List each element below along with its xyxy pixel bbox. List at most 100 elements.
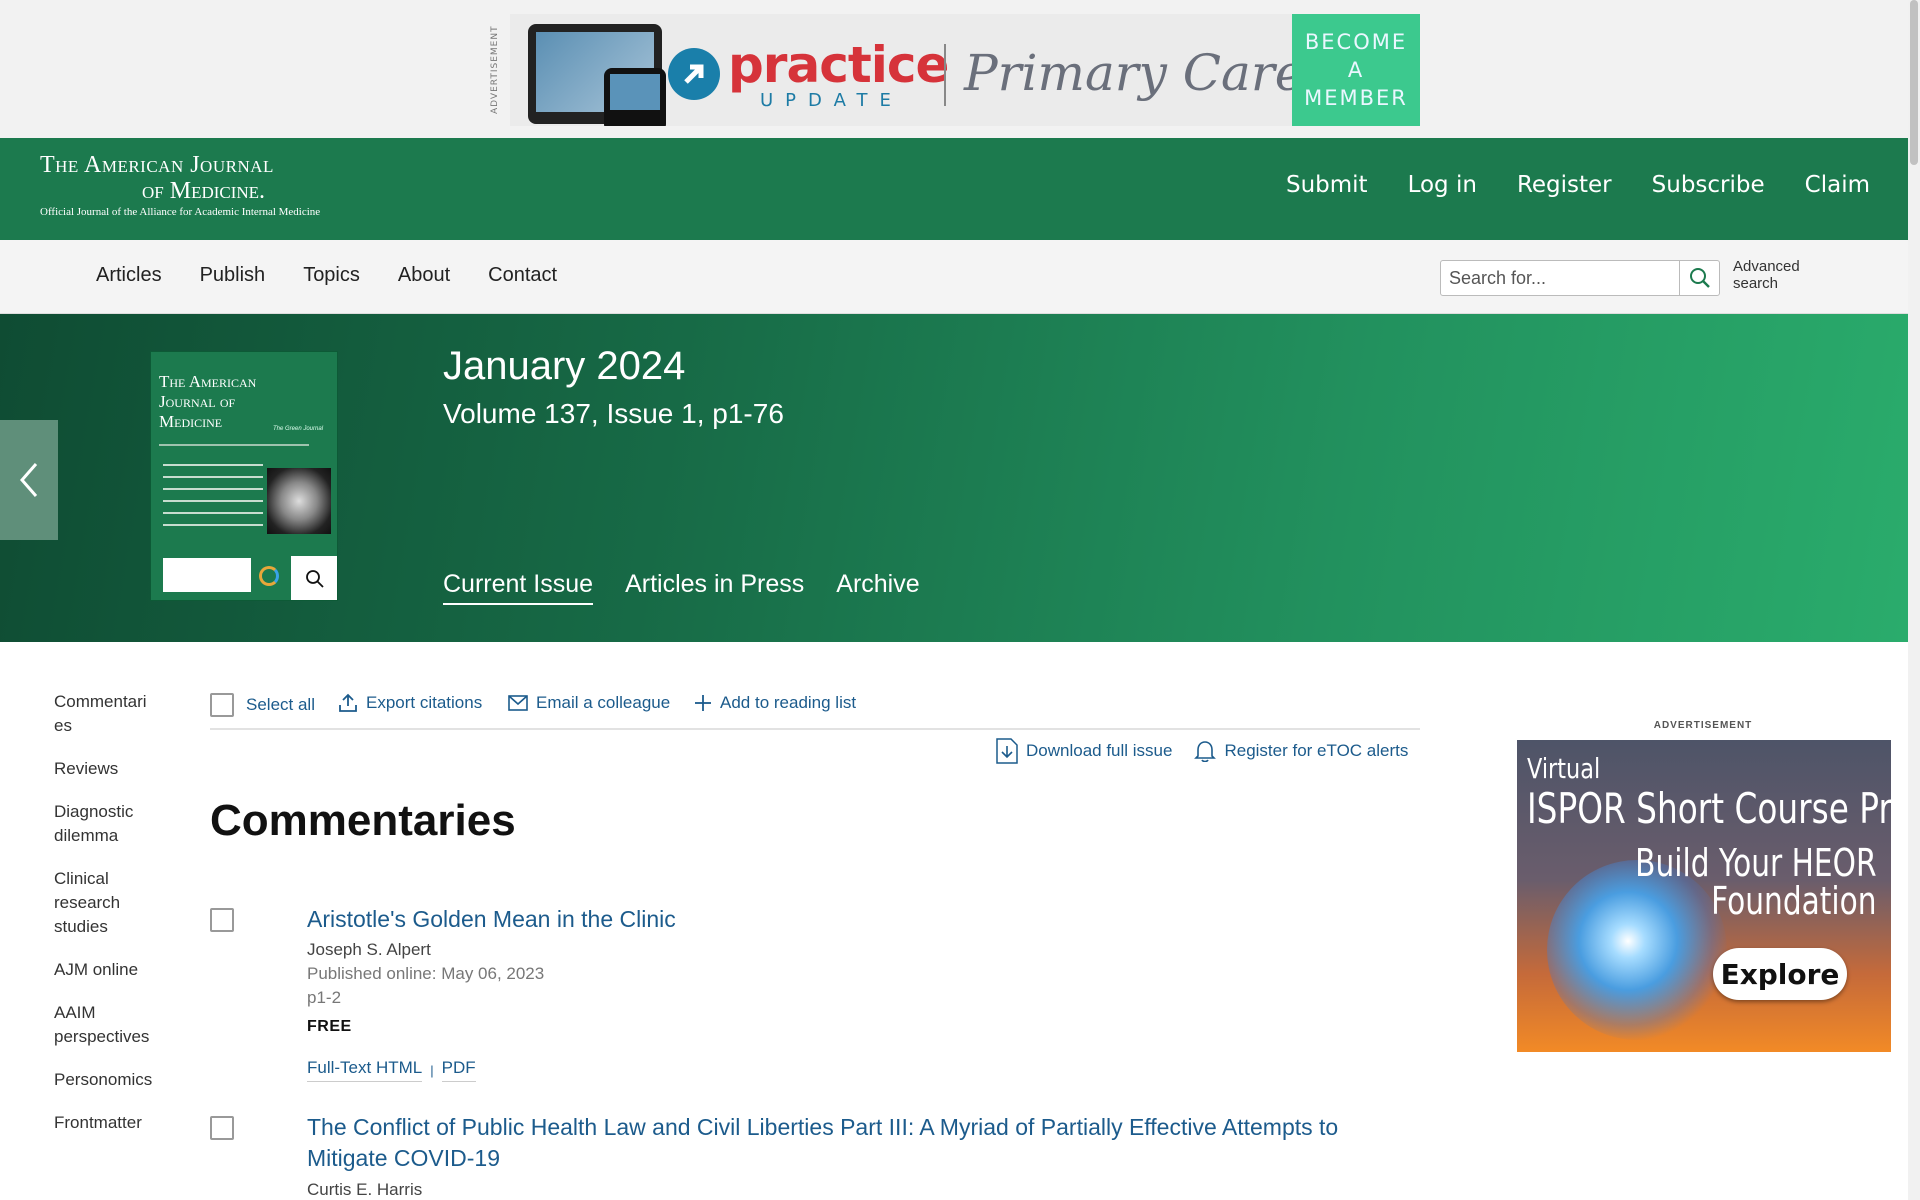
download-icon bbox=[996, 738, 1018, 764]
article-author: Joseph S. Alpert bbox=[307, 940, 431, 959]
ad-line-foundation: Foundation bbox=[1711, 879, 1877, 923]
article-title-link[interactable]: Aristotle's Golden Mean in the Clinic bbox=[307, 904, 1417, 935]
full-text-html-link[interactable]: Full-Text HTML bbox=[307, 1058, 423, 1082]
download-full-issue-label: Download full issue bbox=[1026, 741, 1173, 760]
section-link-diagnostic-dilemma[interactable]: Diagnostic dilemma bbox=[54, 800, 164, 848]
aaim-logo-icon bbox=[259, 566, 279, 586]
article-title-link[interactable]: The Conflict of Public Health Law and Ci… bbox=[307, 1112, 1417, 1174]
section-title: Commentaries bbox=[210, 796, 516, 845]
issue-tabs: Current Issue Articles in Press Archive bbox=[443, 570, 920, 605]
issue-volume: Volume 137, Issue 1, p1-76 bbox=[443, 398, 784, 429]
explore-button[interactable]: Explore bbox=[1713, 948, 1847, 1000]
nav-topics[interactable]: Topics bbox=[303, 264, 360, 287]
section-link-commentaries[interactable]: Commentaries bbox=[54, 690, 154, 738]
section-link-personomics[interactable]: Personomics bbox=[54, 1068, 164, 1092]
add-reading-list-label: Add to reading list bbox=[720, 693, 857, 712]
tab-current-issue[interactable]: Current Issue bbox=[443, 570, 594, 605]
section-link-ajm-online[interactable]: AJM online bbox=[54, 958, 164, 982]
pdf-link[interactable]: PDF bbox=[441, 1058, 476, 1082]
section-nav: Commentaries Reviews Diagnostic dilemma … bbox=[54, 690, 164, 1154]
previous-issue-button[interactable] bbox=[0, 420, 58, 540]
advanced-search-link[interactable]: Advanced search bbox=[1733, 258, 1823, 292]
article-item: The Conflict of Public Health Law and Ci… bbox=[210, 1112, 1420, 1200]
article-published-date: Published online: May 06, 2023 bbox=[307, 964, 545, 983]
claim-link[interactable]: Claim bbox=[1805, 172, 1870, 198]
bell-icon bbox=[1194, 741, 1217, 762]
ad-tagline: Primary Care bbox=[964, 44, 1305, 102]
article-item: Aristotle's Golden Mean in the Clinic Jo… bbox=[210, 904, 1420, 1084]
issue-month: January 2024 bbox=[443, 344, 686, 388]
ad-line-build: Build Your HEOR Foundation bbox=[1636, 844, 1877, 920]
nav-publish[interactable]: Publish bbox=[200, 264, 266, 287]
etoc-alerts-button[interactable]: Register for eTOC alerts bbox=[1194, 738, 1408, 764]
cover-tagline: The Green Journal bbox=[273, 426, 324, 432]
article-author: Curtis E. Harris bbox=[307, 1180, 423, 1199]
search-button[interactable] bbox=[1679, 261, 1719, 295]
access-badge: FREE bbox=[307, 1018, 352, 1035]
tab-articles-in-press[interactable]: Articles in Press bbox=[625, 570, 804, 605]
subscribe-link[interactable]: Subscribe bbox=[1652, 172, 1765, 198]
article-format-links: Full-Text HTML | PDF bbox=[307, 1058, 476, 1082]
plus-icon bbox=[695, 695, 711, 711]
right-ad-label: ADVERTISEMENT bbox=[1653, 720, 1753, 731]
select-all-checkbox[interactable] bbox=[210, 693, 234, 717]
journal-logo-line2[interactable]: of Medicine. bbox=[142, 178, 265, 205]
nav-articles[interactable]: Articles bbox=[96, 264, 162, 287]
add-reading-list-button[interactable]: Add to reading list bbox=[694, 693, 856, 713]
page-scrollbar[interactable] bbox=[1908, 0, 1920, 1200]
issue-banner: The American Journal of Medicine The Gre… bbox=[0, 314, 1908, 642]
select-all-label[interactable]: Select all bbox=[246, 695, 315, 715]
scrollbar-thumb[interactable] bbox=[1910, 0, 1918, 165]
cover-contents bbox=[163, 464, 263, 536]
export-icon bbox=[339, 693, 357, 712]
cover-image bbox=[267, 468, 331, 534]
search-input[interactable] bbox=[1441, 261, 1679, 295]
select-all[interactable]: Select all bbox=[210, 693, 315, 717]
nav-contact[interactable]: Contact bbox=[488, 264, 557, 287]
journal-logo-line1[interactable]: The American Journal bbox=[40, 152, 274, 179]
email-colleague-label: Email a colleague bbox=[536, 693, 671, 712]
ispor-ad[interactable]: Virtual ISPOR Short Course Program Build… bbox=[1517, 740, 1891, 1052]
register-link[interactable]: Register bbox=[1517, 172, 1612, 198]
tab-archive[interactable]: Archive bbox=[836, 570, 919, 605]
section-link-aaim-perspectives[interactable]: AAIM perspectives bbox=[54, 1001, 164, 1049]
practice-update-logo-icon bbox=[668, 48, 720, 100]
ad-brand-sub: UPDATE bbox=[760, 90, 903, 111]
envelope-icon bbox=[508, 695, 528, 711]
email-colleague-button[interactable]: Email a colleague bbox=[508, 693, 670, 713]
section-link-clinical-research[interactable]: Clinical research studies bbox=[54, 867, 164, 939]
ad-line-virtual: Virtual bbox=[1527, 752, 1601, 785]
article-checkbox[interactable] bbox=[210, 1116, 234, 1140]
practice-update-banner[interactable]: practice UPDATE Primary Care BECOME A ME… bbox=[510, 14, 1420, 126]
issue-cover[interactable]: The American Journal of Medicine The Gre… bbox=[150, 351, 338, 601]
issue-actions: Download full issue Register for eTOC al… bbox=[996, 738, 1408, 764]
cover-zoom-button[interactable] bbox=[291, 556, 337, 600]
submit-link[interactable]: Submit bbox=[1286, 172, 1368, 198]
section-link-frontmatter[interactable]: Frontmatter bbox=[54, 1111, 164, 1135]
article-checkbox[interactable] bbox=[210, 908, 234, 932]
etoc-alerts-label: Register for eTOC alerts bbox=[1224, 741, 1409, 760]
account-links: Submit Log in Register Subscribe Claim bbox=[1286, 172, 1870, 198]
magnifier-icon bbox=[306, 570, 324, 588]
main-nav: Articles Publish Topics About Contact Ad… bbox=[0, 240, 1908, 314]
ad-divider bbox=[944, 44, 946, 106]
become-member-button[interactable]: BECOME A MEMBER bbox=[1292, 14, 1420, 126]
ad-line-program: ISPOR Short Course Program bbox=[1527, 784, 1891, 833]
article-toolbar: Select all Export citations Email a coll… bbox=[210, 690, 1420, 730]
download-full-issue-button[interactable]: Download full issue bbox=[996, 738, 1172, 764]
ad-label: ADVERTISEMENT bbox=[490, 25, 500, 115]
ad-brand-main: practice bbox=[728, 36, 949, 94]
journal-logo-subtitle: Official Journal of the Alliance for Aca… bbox=[40, 206, 321, 218]
nav-about[interactable]: About bbox=[398, 264, 450, 287]
cover-title: The American Journal of Medicine bbox=[159, 372, 257, 431]
export-citations-label: Export citations bbox=[366, 693, 483, 712]
search-icon bbox=[1689, 268, 1710, 288]
export-citations-button[interactable]: Export citations bbox=[338, 693, 482, 713]
login-link[interactable]: Log in bbox=[1408, 172, 1477, 198]
device-image bbox=[520, 20, 666, 126]
chevron-left-icon bbox=[20, 463, 38, 497]
section-link-reviews[interactable]: Reviews bbox=[54, 757, 164, 781]
ad-line-heor: Build Your HEOR bbox=[1635, 841, 1877, 885]
top-ad-band: ADVERTISEMENT practice UPDATE Primary Ca… bbox=[0, 0, 1920, 138]
journal-header: The American Journal of Medicine. Offici… bbox=[0, 138, 1908, 240]
